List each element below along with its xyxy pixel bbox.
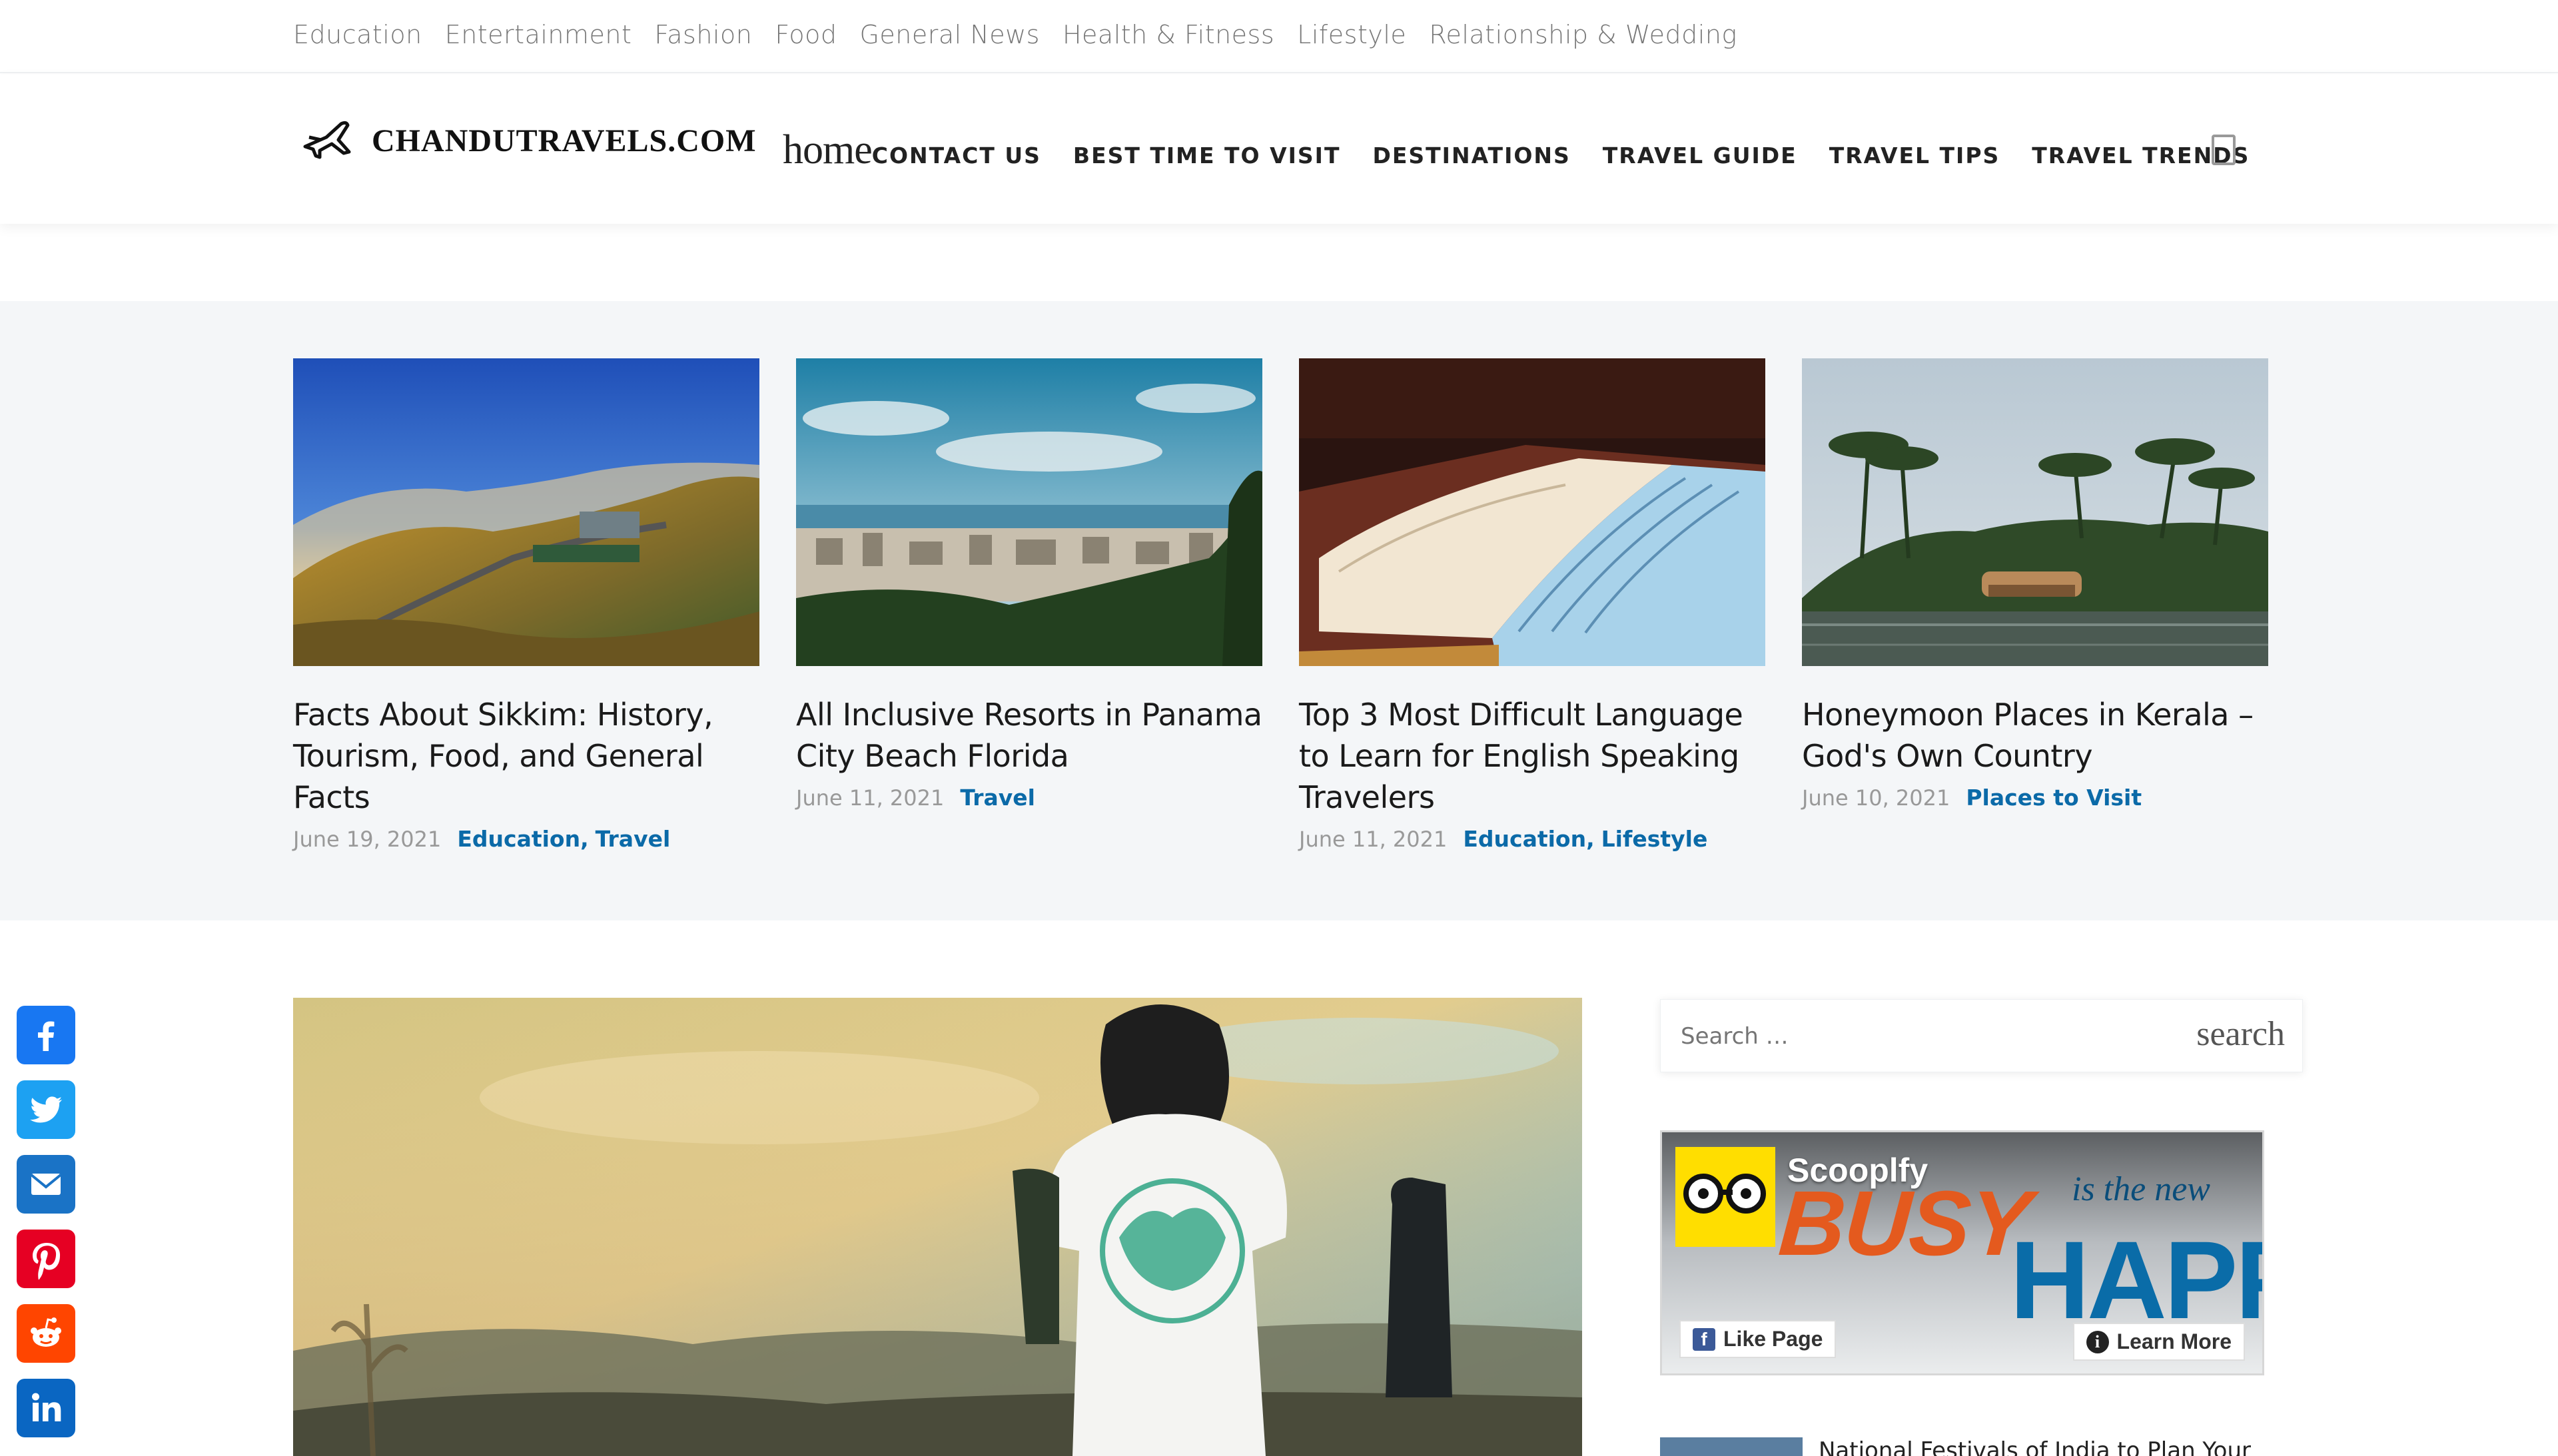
sidebar-post-item[interactable]: National Festivals of India to Plan Your — [1660, 1437, 2326, 1456]
post-categories: Education, Lifestyle — [1463, 826, 1707, 852]
post-date: June 19, 2021 — [293, 826, 442, 852]
reddit-share-icon[interactable] — [17, 1304, 75, 1363]
twitter-share-icon[interactable] — [17, 1080, 75, 1139]
post-title[interactable]: Facts About Sikkim: History, Tourism, Fo… — [293, 694, 759, 818]
nav-home[interactable]: home — [783, 127, 873, 174]
search-box: search — [1660, 999, 2303, 1072]
category-link-fashion[interactable]: Fashion — [654, 20, 752, 49]
post-title[interactable]: All Inclusive Resorts in Panama City Bea… — [796, 694, 1262, 777]
category-link-general-news[interactable]: General News — [859, 20, 1040, 49]
ad-is-the-new-text: is the new — [2072, 1170, 2210, 1208]
category-link-health-fitness[interactable]: Health & Fitness — [1063, 20, 1274, 49]
twitter-icon — [30, 1096, 62, 1123]
category-tag[interactable]: Education, — [457, 826, 588, 852]
featured-posts: Facts About Sikkim: History, Tourism, Fo… — [0, 301, 2558, 920]
post-thumbnail-book[interactable] — [1299, 358, 1765, 666]
facebook-icon — [38, 1021, 55, 1051]
facebook-share-icon[interactable] — [17, 1006, 75, 1064]
post-categories: Education, Travel — [457, 826, 670, 852]
featured-card[interactable]: Facts About Sikkim: History, Tourism, Fo… — [293, 358, 759, 852]
category-link-education[interactable]: Education — [293, 20, 422, 49]
featured-card[interactable]: Top 3 Most Difficult Language to Learn f… — [1299, 358, 1765, 852]
post-date: June 11, 2021 — [1299, 826, 1448, 852]
post-meta: June 11, 2021 Education, Lifestyle — [1299, 826, 1765, 852]
nav-travel-tips[interactable]: TRAVEL TIPS — [1829, 143, 2000, 169]
like-page-label: Like Page — [1723, 1327, 1823, 1351]
post-meta: June 19, 2021 Education, Travel — [293, 826, 759, 852]
category-link-entertainment[interactable]: Entertainment — [445, 20, 632, 49]
email-share-icon[interactable] — [17, 1155, 75, 1214]
info-icon: i — [2086, 1330, 2109, 1353]
site-name: CHANDUTRAVELS.COM — [372, 123, 757, 159]
post-thumbnail-kerala[interactable] — [1802, 358, 2268, 666]
post-meta: June 10, 2021 Places to Visit — [1802, 785, 2268, 811]
post-thumbnail-sikkim[interactable] — [293, 358, 759, 666]
post-date: June 11, 2021 — [796, 785, 945, 811]
nav-best-time-to-visit[interactable]: BEST TIME TO VISIT — [1073, 143, 1341, 169]
category-tag[interactable]: Travel — [960, 785, 1035, 811]
menu-toggle-icon[interactable] — [2212, 135, 2236, 165]
pinterest-icon — [33, 1243, 61, 1280]
reddit-icon — [31, 1317, 61, 1347]
category-tag[interactable]: Lifestyle — [1601, 826, 1708, 852]
post-meta: June 11, 2021 Travel — [796, 785, 1262, 811]
post-categories: Places to Visit — [1966, 785, 2142, 811]
main-nav: home CONTACT US BEST TIME TO VISIT DESTI… — [783, 127, 2282, 174]
site-logo[interactable]: CHANDUTRAVELS.COM — [300, 117, 757, 164]
post-categories: Travel — [960, 785, 1035, 811]
facebook-icon: f — [1693, 1327, 1715, 1351]
nav-destinations[interactable]: DESTINATIONS — [1372, 143, 1570, 169]
category-tag[interactable]: Travel — [596, 826, 671, 852]
category-tag[interactable]: Education, — [1463, 826, 1594, 852]
sidebar-post-thumbnail[interactable] — [1660, 1437, 1803, 1456]
sidebar-post-title[interactable]: National Festivals of India to Plan Your — [1819, 1437, 2251, 1456]
email-icon — [30, 1174, 62, 1195]
category-link-food[interactable]: Food — [775, 20, 837, 49]
category-bar: Education Entertainment Fashion Food Gen… — [0, 0, 2558, 73]
search-button[interactable]: search — [2196, 1014, 2285, 1054]
like-page-button[interactable]: f Like Page — [1679, 1320, 1837, 1358]
category-link-relationship-wedding[interactable]: Relationship & Wedding — [1429, 20, 1737, 49]
category-tag[interactable]: Places to Visit — [1966, 785, 2142, 811]
category-link-lifestyle[interactable]: Lifestyle — [1297, 20, 1406, 49]
featured-card[interactable]: All Inclusive Resorts in Panama City Bea… — [796, 358, 1262, 811]
linkedin-share-icon[interactable] — [17, 1379, 75, 1437]
linkedin-icon — [32, 1393, 61, 1421]
post-title[interactable]: Honeymoon Places in Kerala – God's Own C… — [1802, 694, 2268, 777]
search-input[interactable] — [1681, 1018, 2147, 1054]
learn-more-label: Learn More — [2116, 1329, 2232, 1353]
pinterest-share-icon[interactable] — [17, 1230, 75, 1288]
nav-contact-us[interactable]: CONTACT US — [872, 143, 1041, 169]
category-links: Education Entertainment Fashion Food Gen… — [293, 20, 1737, 49]
site-header: CHANDUTRAVELS.COM home CONTACT US BEST T… — [0, 75, 2558, 224]
nav-travel-guide[interactable]: TRAVEL GUIDE — [1603, 143, 1797, 169]
ad-busy-text: BUSY — [1775, 1172, 2033, 1275]
main-post-image[interactable] — [293, 998, 1582, 1456]
featured-card[interactable]: Honeymoon Places in Kerala – God's Own C… — [1802, 358, 2268, 811]
learn-more-button[interactable]: i Learn More — [2072, 1323, 2245, 1361]
post-date: June 10, 2021 — [1802, 785, 1950, 811]
social-share-bar — [17, 1006, 75, 1437]
post-thumbnail-panama[interactable] — [796, 358, 1262, 666]
facebook-page-ad[interactable]: Scooplfy BUSY is the new HAPPY f Like Pa… — [1660, 1130, 2264, 1375]
post-title[interactable]: Top 3 Most Difficult Language to Learn f… — [1299, 694, 1765, 818]
airplane-logo-icon — [303, 121, 351, 159]
